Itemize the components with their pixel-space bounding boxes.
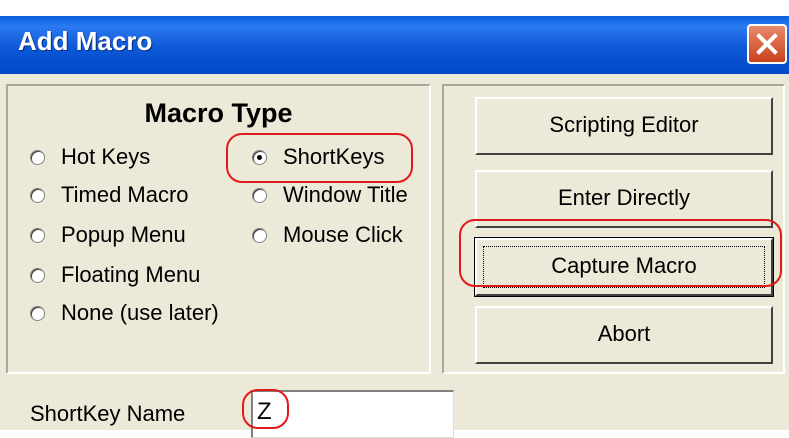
shortkey-name-label: ShortKey Name: [30, 401, 186, 426]
title-bar[interactable]: Add Macro: [0, 16, 789, 74]
radio-circle: [30, 150, 45, 165]
window-title: Add Macro: [18, 26, 153, 56]
radio-label: Hot Keys: [61, 144, 151, 169]
radio-circle: [30, 188, 45, 203]
shortkeys-highlight: [226, 133, 413, 183]
button-label: Enter Directly: [557, 185, 691, 210]
radio-label: Timed Macro: [61, 182, 189, 207]
radio-circle: [252, 188, 267, 203]
radio-circle: [30, 306, 45, 321]
radio-label: Window Title: [283, 182, 408, 207]
radio-circle: [252, 228, 267, 243]
radio-label: None (use later): [61, 300, 219, 325]
capture-macro-highlight: [459, 219, 782, 287]
add-macro-dialog: Add Macro Macro Type Hot Keys ShortKeys …: [0, 16, 789, 438]
radio-label: Floating Menu: [61, 262, 201, 287]
macro-type-title: Macro Type: [144, 98, 293, 128]
button-label: Abort: [597, 321, 651, 346]
close-icon: [756, 33, 778, 55]
radio-label: Popup Menu: [61, 222, 186, 247]
close-button[interactable]: [747, 24, 787, 64]
button-label: Scripting Editor: [549, 112, 699, 137]
radio-label: Mouse Click: [283, 222, 403, 247]
shortkey-value-highlight: [242, 389, 289, 429]
radio-circle: [30, 268, 45, 283]
abort-button[interactable]: Abort: [475, 306, 773, 364]
radio-circle: [30, 228, 45, 243]
scripting-editor-button[interactable]: Scripting Editor: [475, 97, 773, 155]
